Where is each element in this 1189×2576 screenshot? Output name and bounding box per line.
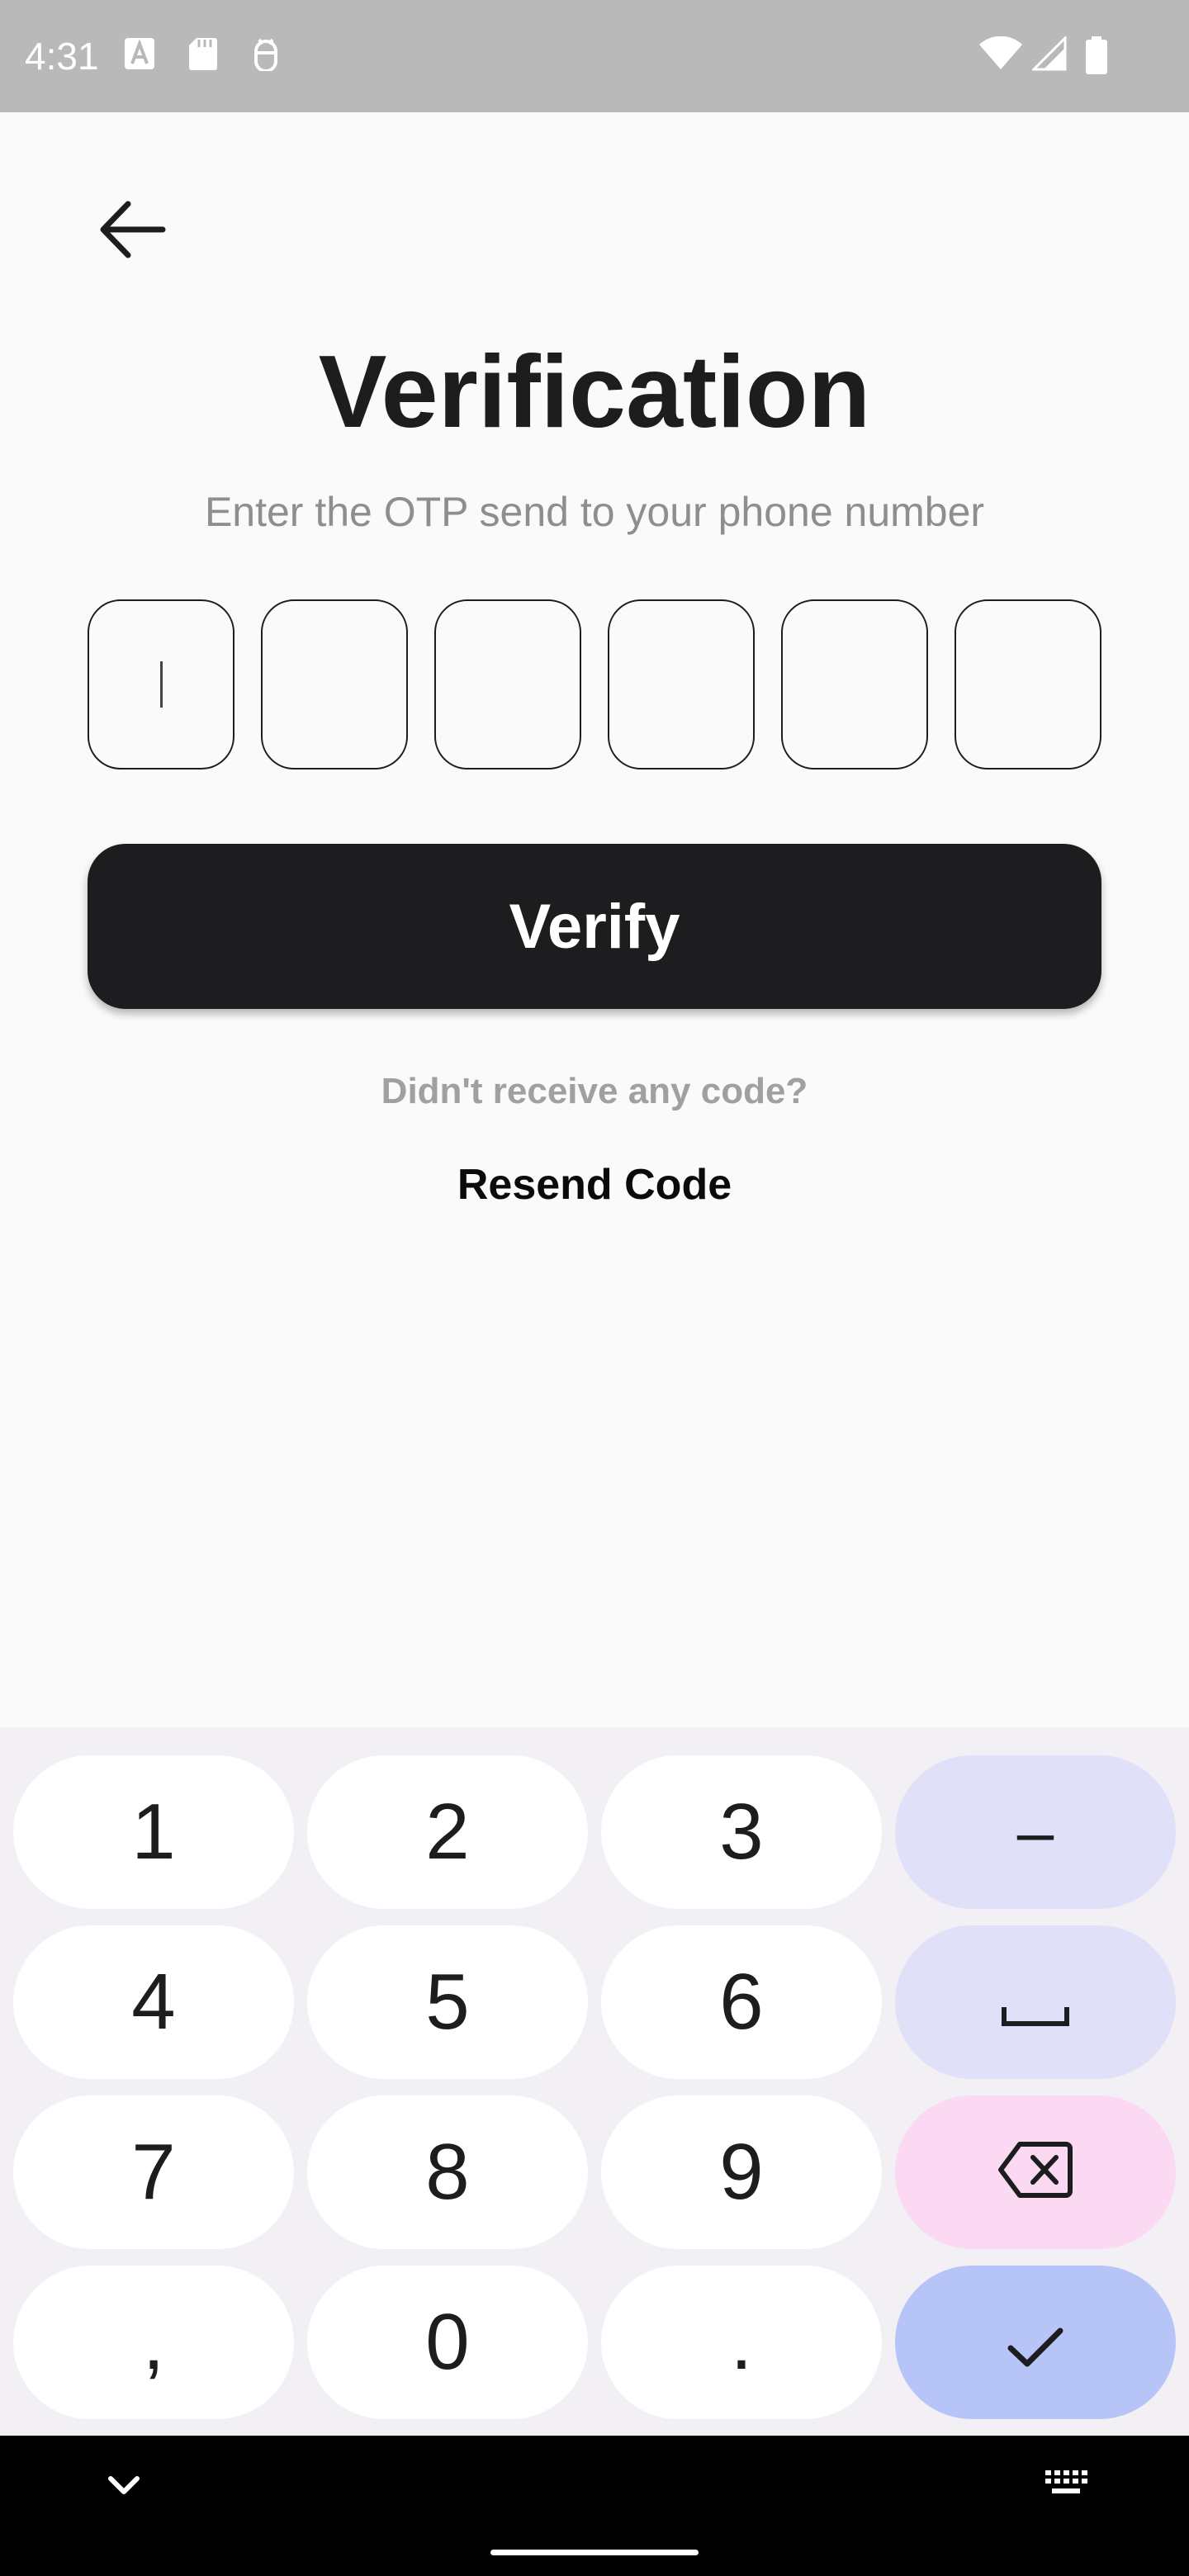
home-indicator[interactable]	[490, 2550, 699, 2555]
navigation-bar	[0, 2436, 1189, 2576]
key-8[interactable]: 8	[307, 2095, 588, 2249]
key-comma[interactable]: ,	[13, 2266, 294, 2419]
signal-icon	[1030, 35, 1067, 75]
key-space[interactable]	[895, 1925, 1176, 2079]
backspace-icon	[998, 2127, 1073, 2218]
resend-code-link[interactable]: Resend Code	[446, 1156, 743, 1214]
key-2[interactable]: 2	[307, 1755, 588, 1909]
key-7[interactable]: 7	[13, 2095, 294, 2249]
status-time: 4:31	[25, 35, 99, 78]
chevron-down-icon[interactable]	[99, 2460, 149, 2514]
key-5[interactable]: 5	[307, 1925, 588, 2079]
keyboard-icon[interactable]	[1040, 2464, 1090, 2509]
resend-prompt: Didn't receive any code?	[381, 1071, 808, 1111]
otp-digit-4[interactable]	[608, 599, 755, 769]
otp-digit-2[interactable]	[261, 599, 408, 769]
page-subtitle: Enter the OTP send to your phone number	[204, 489, 985, 535]
text-cursor	[159, 661, 163, 708]
a-notification-icon	[124, 36, 155, 75]
android-debug-icon	[249, 36, 282, 75]
otp-digit-5[interactable]	[781, 599, 928, 769]
key-0[interactable]: 0	[307, 2266, 588, 2419]
space-bar-icon	[1001, 1957, 1070, 2048]
key-dash[interactable]: –	[895, 1755, 1176, 1909]
otp-digit-6[interactable]	[955, 599, 1101, 769]
numeric-keyboard: 1 2 3 – 4 5 6 7 8 9 , 0 .	[0, 1727, 1189, 2436]
back-button[interactable]	[83, 182, 182, 281]
page-title: Verification	[318, 335, 871, 449]
key-6[interactable]: 6	[601, 1925, 882, 2079]
checkmark-icon	[1007, 2297, 1064, 2388]
status-bar: 4:31	[0, 0, 1189, 112]
battery-icon	[1085, 36, 1108, 78]
key-period[interactable]: .	[601, 2266, 882, 2419]
key-3[interactable]: 3	[601, 1755, 882, 1909]
key-4[interactable]: 4	[13, 1925, 294, 2079]
otp-input-row	[88, 599, 1101, 769]
verify-button[interactable]: Verify	[88, 844, 1101, 1009]
key-9[interactable]: 9	[601, 2095, 882, 2249]
sd-card-icon	[188, 36, 218, 75]
wifi-icon	[979, 36, 1022, 75]
otp-digit-1[interactable]	[88, 599, 234, 769]
key-backspace[interactable]	[895, 2095, 1176, 2249]
key-enter[interactable]	[895, 2266, 1176, 2419]
arrow-left-icon	[98, 201, 166, 263]
otp-digit-3[interactable]	[434, 599, 581, 769]
key-1[interactable]: 1	[13, 1755, 294, 1909]
